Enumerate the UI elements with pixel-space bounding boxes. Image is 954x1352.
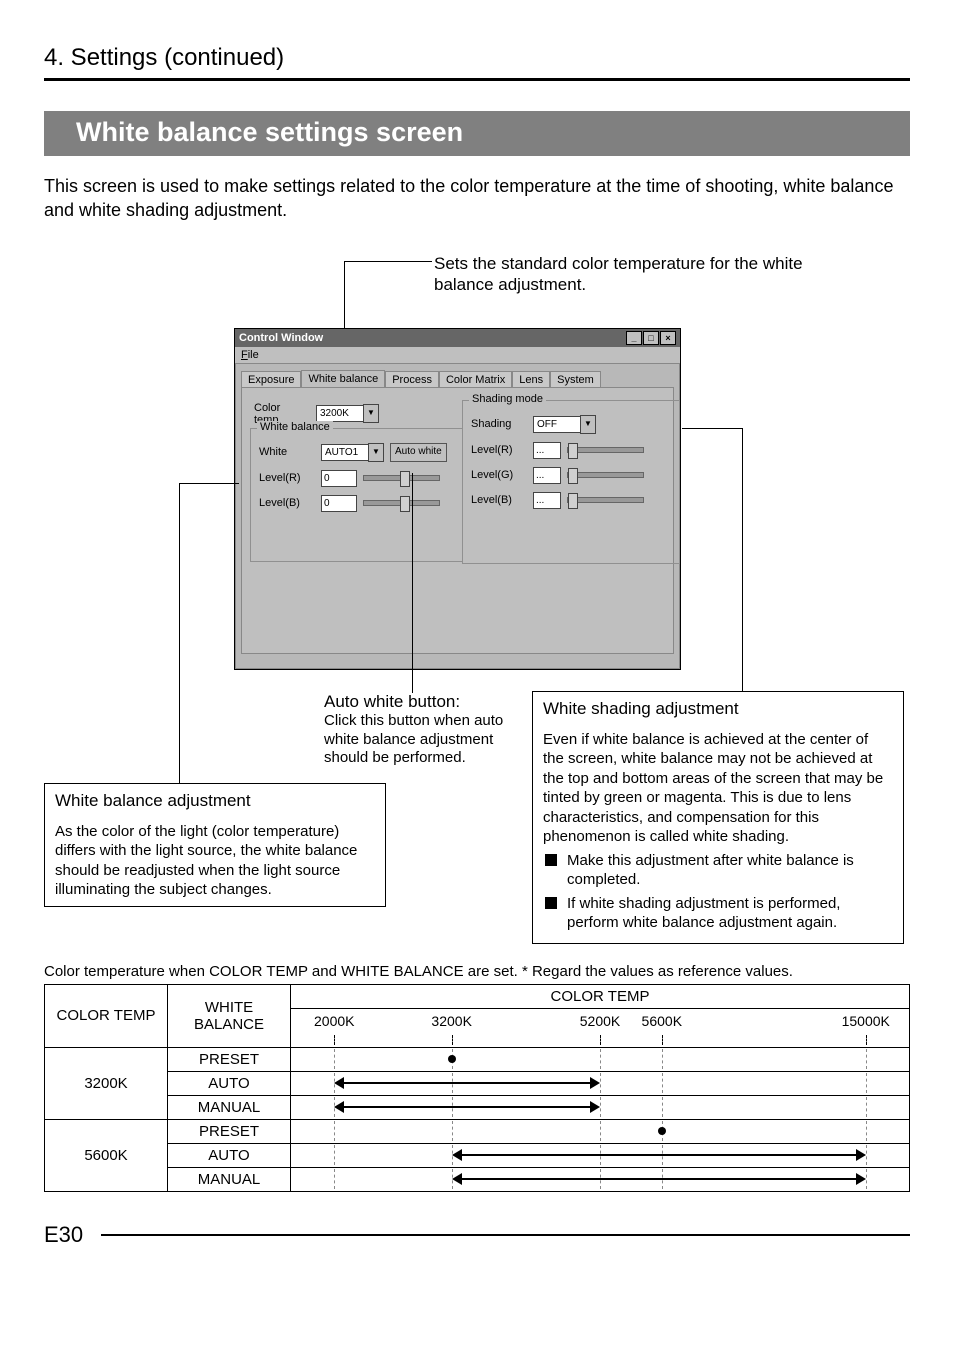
cell-wb: PRESET [168, 1047, 291, 1071]
color-temp-table: COLOR TEMP WHITE BALANCE COLOR TEMP 2000… [44, 984, 910, 1192]
cell-wb: AUTO [168, 1071, 291, 1095]
tick-label: 2000K [314, 1013, 354, 1029]
label-shading-level-b: Level(B) [471, 494, 527, 506]
menu-file[interactable]: FFileile [241, 349, 259, 361]
diagram-area: Sets the standard color temperature for … [44, 253, 910, 933]
box-white-balance-adjustment: White balance adjustment As the color of… [44, 783, 386, 907]
cell-ct-3200: 3200K [45, 1047, 168, 1119]
tab-exposure[interactable]: Exposure [241, 371, 301, 388]
minimize-icon[interactable]: _ [626, 331, 642, 345]
page-footer: E30 [44, 1222, 910, 1248]
rail-3200-preset [291, 1049, 909, 1069]
table-note: Color temperature when COLOR TEMP and WH… [44, 963, 910, 980]
box-shading-body: Even if white balance is achieved at the… [543, 730, 893, 847]
callout-auto-white-title: Auto white button: [324, 691, 534, 712]
menu-bar[interactable]: FFileile [235, 347, 680, 364]
label-shading-level-g: Level(G) [471, 469, 527, 481]
tick-label: 15000K [842, 1013, 890, 1029]
box-shading-bullets: Make this adjustment after white balance… [543, 851, 893, 933]
input-level-r[interactable]: 0 [321, 470, 357, 487]
chevron-down-icon[interactable]: ▼ [363, 404, 379, 423]
tab-color-matrix[interactable]: Color Matrix [439, 371, 512, 388]
legend-white-balance: White balance [257, 421, 333, 433]
rail-3200-auto [291, 1073, 909, 1093]
slider-level-b[interactable] [363, 500, 440, 506]
footer-rule [101, 1234, 910, 1236]
callout-color-temp: Sets the standard color temperature for … [434, 253, 834, 296]
page-heading: 4. Settings (continued) [44, 44, 910, 72]
box-shading-bullet: If white shading adjustment is performed… [543, 894, 893, 933]
tab-white-balance[interactable]: White balance [301, 370, 385, 387]
slider-shading-level-r[interactable] [567, 447, 644, 453]
th-color-temp-axis: COLOR TEMP [291, 984, 910, 1008]
box-shading-title: White shading adjustment [543, 698, 893, 720]
dropdown-color-temp-value: 3200K [316, 405, 364, 422]
dropdown-shading-value: OFF [533, 416, 581, 433]
chevron-down-icon[interactable]: ▼ [368, 443, 384, 462]
input-shading-level-b[interactable]: ... [533, 492, 561, 509]
cell-wb: PRESET [168, 1119, 291, 1143]
dropdown-shading[interactable]: OFF ▼ [533, 415, 596, 434]
heading-rule [44, 78, 910, 81]
box-white-shading-adjustment: White shading adjustment Even if white b… [532, 691, 904, 944]
window-buttons[interactable]: _ □ × [626, 331, 676, 345]
chevron-down-icon[interactable]: ▼ [580, 415, 596, 434]
label-white: White [259, 446, 315, 458]
box-wb-body: As the color of the light (color tempera… [55, 822, 375, 900]
label-shading-level-r: Level(R) [471, 444, 527, 456]
box-wb-title: White balance adjustment [55, 790, 375, 812]
label-shading: Shading [471, 418, 527, 430]
input-level-b[interactable]: 0 [321, 495, 357, 512]
section-banner: White balance settings screen [44, 111, 910, 156]
control-window: Control Window _ □ × FFileile Exposure W… [234, 328, 681, 670]
slider-shading-level-g[interactable] [567, 472, 644, 478]
auto-white-button[interactable]: Auto white [390, 443, 447, 462]
cell-ct-5600: 5600K [45, 1119, 168, 1191]
callout-auto-white: Auto white button: Click this button whe… [324, 691, 534, 769]
tab-lens[interactable]: Lens [512, 371, 550, 388]
page-number: E30 [44, 1222, 83, 1248]
tick-label: 5600K [642, 1013, 682, 1029]
slider-shading-level-b[interactable] [567, 497, 644, 503]
slider-level-r[interactable] [363, 475, 440, 481]
callout-color-temp-text: Sets the standard color temperature for … [434, 254, 803, 294]
cell-wb: AUTO [168, 1143, 291, 1167]
rail-5600-manual [291, 1169, 909, 1189]
tab-strip: Exposure White balance Process Color Mat… [241, 370, 674, 387]
fieldset-white-balance: White balance White AUTO1 ▼ Auto white L… [250, 428, 463, 562]
label-level-b: Level(B) [259, 497, 315, 509]
tab-system[interactable]: System [550, 371, 601, 388]
tab-panel: Color temp. 3200K ▼ White balance White … [241, 387, 674, 654]
rail-5600-preset [291, 1121, 909, 1141]
rail-5600-auto [291, 1145, 909, 1165]
dropdown-white-value: AUTO1 [321, 444, 369, 461]
window-title: Control Window [239, 332, 323, 344]
th-white-balance: WHITE BALANCE [168, 984, 291, 1047]
color-temp-axis: 2000K 3200K 5200K 5600K 15000K [291, 1009, 909, 1047]
close-icon[interactable]: × [660, 331, 676, 345]
cell-wb: MANUAL [168, 1095, 291, 1119]
maximize-icon[interactable]: □ [643, 331, 659, 345]
intro-paragraph: This screen is used to make settings rel… [44, 174, 910, 223]
box-shading-bullet: Make this adjustment after white balance… [543, 851, 893, 890]
callout-auto-white-body: Click this button when auto white balanc… [324, 712, 534, 768]
input-shading-level-g[interactable]: ... [533, 467, 561, 484]
cell-wb: MANUAL [168, 1167, 291, 1191]
window-titlebar: Control Window _ □ × [235, 329, 680, 347]
tick-label: 3200K [431, 1013, 471, 1029]
input-shading-level-r[interactable]: ... [533, 442, 561, 459]
tab-process[interactable]: Process [385, 371, 439, 388]
fieldset-shading-mode: Shading mode Shading OFF ▼ Level(R) ... … [462, 400, 680, 564]
label-level-r: Level(R) [259, 472, 315, 484]
rail-3200-manual [291, 1097, 909, 1117]
dropdown-white[interactable]: AUTO1 ▼ [321, 443, 384, 462]
tick-label: 5200K [580, 1013, 620, 1029]
th-color-temp: COLOR TEMP [45, 984, 168, 1047]
legend-shading-mode: Shading mode [469, 393, 546, 405]
